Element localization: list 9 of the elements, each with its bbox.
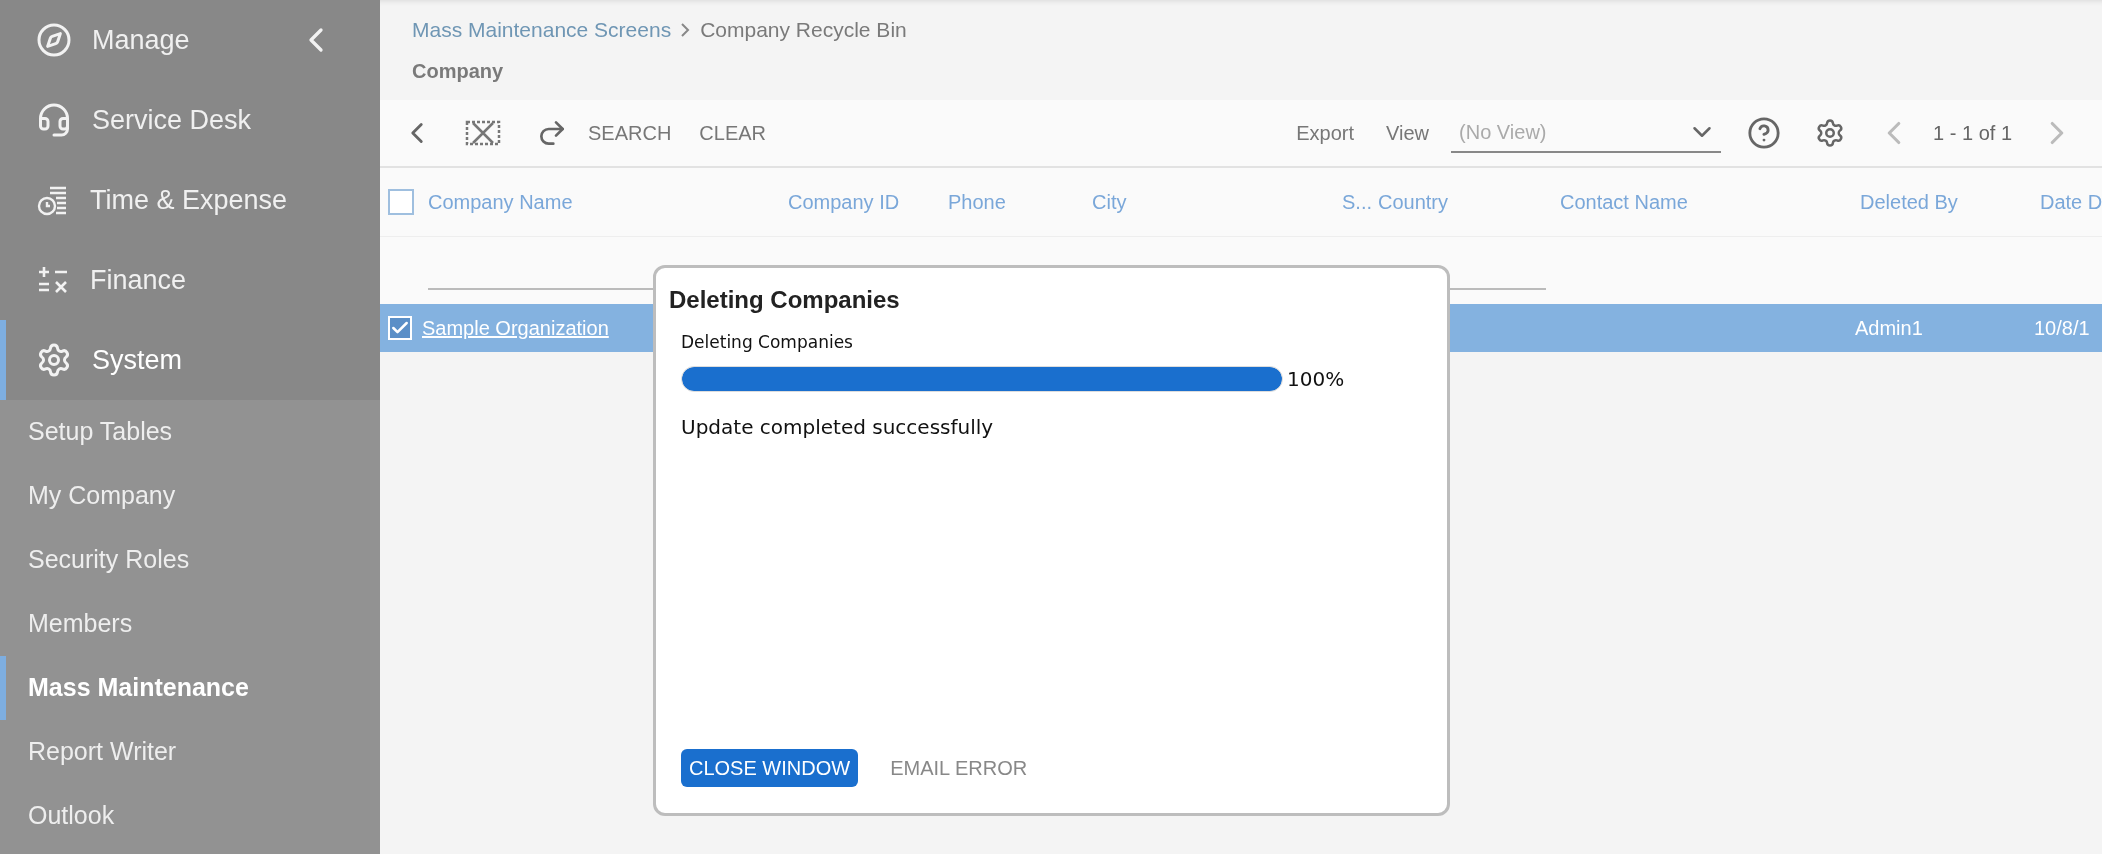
pager-text: 1 - 1 of 1 [1933, 121, 2012, 146]
dialog-title: Deleting Companies [669, 285, 901, 315]
page-title: Company [412, 58, 505, 84]
table-cell-text: 10/8/1 [2034, 316, 2091, 341]
view-label: View [1386, 121, 1430, 146]
progress-percent: 100% [1287, 365, 1345, 393]
breadcrumb-current: Company Recycle Bin [700, 17, 907, 43]
status-message: Update completed successfully [681, 413, 995, 441]
task-label: Deleting Companies [681, 331, 854, 354]
